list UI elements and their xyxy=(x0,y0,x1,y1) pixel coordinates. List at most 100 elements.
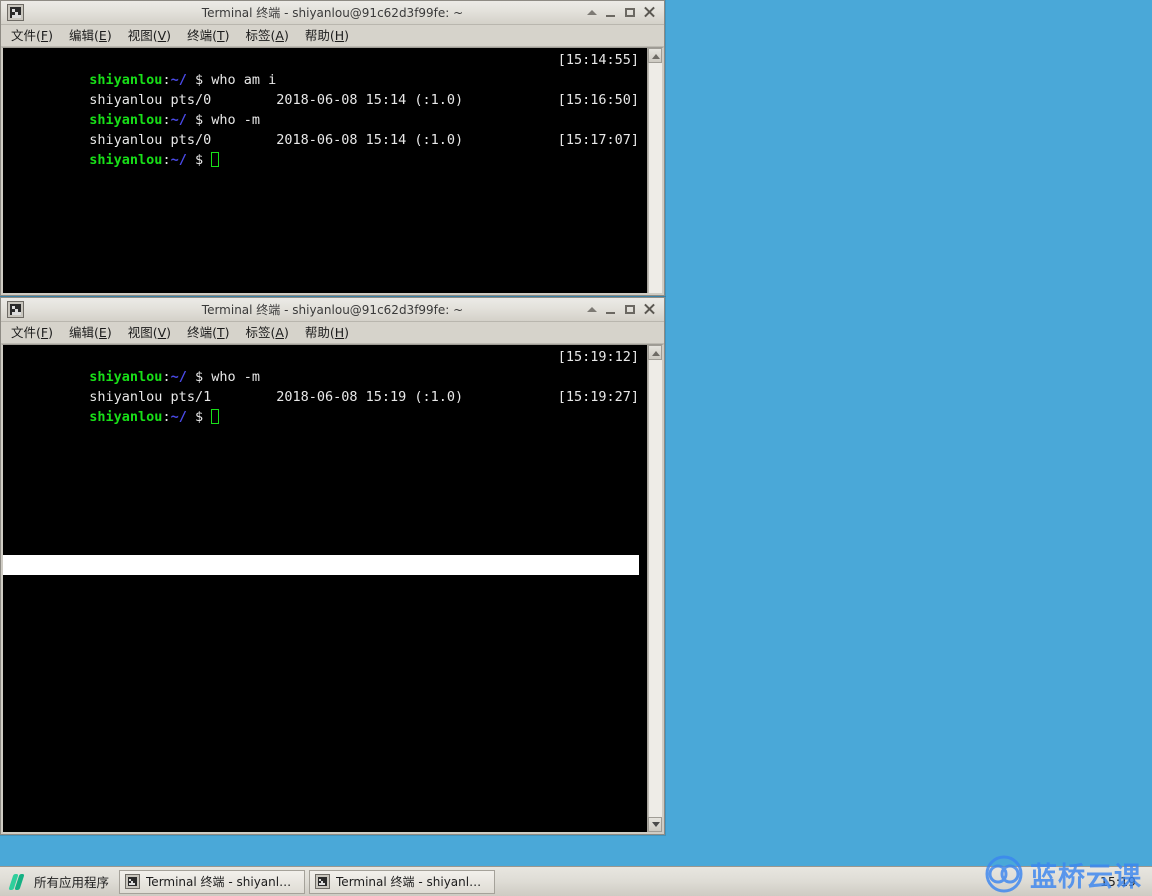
terminal-line: shiyanlou:~/ $ who -m [15:19:12] xyxy=(8,347,643,385)
taskbar[interactable]: 所有应用程序 Terminal 终端 - shiyanlou@… Termina… xyxy=(0,866,1152,896)
line-timestamp: [15:14:55] xyxy=(557,52,639,68)
menu-help-mnemonic: H xyxy=(334,324,345,340)
taskbar-clock: 15:19 xyxy=(1099,874,1136,889)
menu-file-label: 文件 xyxy=(11,27,37,43)
terminal-cursor xyxy=(211,152,220,167)
menu-edit[interactable]: 编辑(E) xyxy=(69,26,112,46)
maximize-button[interactable] xyxy=(624,303,637,316)
menu-view-label: 视图 xyxy=(127,324,153,340)
menu-terminal-label: 终端 xyxy=(187,27,213,43)
all-applications-label: 所有应用程序 xyxy=(34,875,110,890)
terminal-cursor xyxy=(211,409,220,424)
shade-button[interactable] xyxy=(586,303,599,316)
terminal-icon xyxy=(315,874,331,889)
shade-button[interactable] xyxy=(586,6,599,19)
close-button[interactable] xyxy=(643,303,656,316)
menu-edit-mnemonic: E xyxy=(98,27,107,43)
terminal-icon xyxy=(7,301,24,318)
menu-help-mnemonic: H xyxy=(334,27,345,43)
menu-file[interactable]: 文件(F) xyxy=(11,323,53,343)
prompt-path: ~/ xyxy=(170,152,187,168)
prompt-separator: : xyxy=(162,409,171,425)
menu-view[interactable]: 视图(V) xyxy=(128,26,171,46)
scroll-down-icon[interactable] xyxy=(648,817,662,832)
maximize-button[interactable] xyxy=(624,6,637,19)
window-1-title-buttons[interactable] xyxy=(586,6,660,19)
menu-tabs-mnemonic: A xyxy=(275,27,284,43)
terminal-icon xyxy=(125,874,141,889)
window-1-terminal-screen[interactable]: shiyanlou:~/ $ who am i [15:14:55] shiya… xyxy=(3,48,647,293)
window-2-terminal-screen[interactable]: shiyanlou:~/ $ who -m [15:19:12] shiyanl… xyxy=(3,345,647,832)
prompt-dollar: $ xyxy=(186,152,212,168)
prompt-separator: : xyxy=(162,152,171,168)
terminal-line: shiyanlou:~/ $ who am i [15:14:55] xyxy=(8,50,643,88)
menu-terminal-mnemonic: T xyxy=(216,27,225,43)
taskbar-task-2[interactable]: Terminal 终端 - shiyanlou@… xyxy=(309,869,496,894)
prompt-dollar: $ xyxy=(186,409,212,425)
window-1-menubar[interactable]: 文件(F) 编辑(E) 视图(V) 终端(T) 标签(A) 帮助(H) xyxy=(1,25,664,47)
terminal-window-2[interactable]: Terminal 终端 - shiyanlou@91c62d3f99fe: ~ … xyxy=(0,297,665,835)
all-applications-button[interactable]: 所有应用程序 xyxy=(4,869,119,895)
taskbar-task-1[interactable]: Terminal 终端 - shiyanlou@… xyxy=(119,869,306,894)
line-timestamp: [15:17:07] xyxy=(557,132,639,148)
menu-terminal[interactable]: 终端(T) xyxy=(187,323,229,343)
menu-help[interactable]: 帮助(H) xyxy=(305,323,349,343)
lanqiao-logo-icon xyxy=(8,873,27,891)
window-2-scrollbar[interactable] xyxy=(647,345,662,832)
line-timestamp: [15:16:50] xyxy=(557,92,639,108)
menu-help-label: 帮助 xyxy=(304,324,330,340)
menu-view[interactable]: 视图(V) xyxy=(128,323,171,343)
terminal-selection-highlight xyxy=(3,555,639,575)
menu-edit-label: 编辑 xyxy=(69,324,95,340)
window-2-title-buttons[interactable] xyxy=(586,303,660,316)
menu-file-mnemonic: F xyxy=(40,324,49,340)
prompt-path: ~/ xyxy=(170,409,187,425)
menu-view-mnemonic: V xyxy=(157,324,167,340)
menu-file[interactable]: 文件(F) xyxy=(11,26,53,46)
scroll-up-icon[interactable] xyxy=(648,48,662,63)
terminal-window-1[interactable]: Terminal 终端 - shiyanlou@91c62d3f99fe: ~ … xyxy=(0,0,665,296)
terminal-icon xyxy=(7,4,24,21)
menu-file-label: 文件 xyxy=(11,324,37,340)
terminal-line: shiyanlou:~/ $ who -m [15:16:50] xyxy=(8,90,643,128)
line-timestamp: [15:19:12] xyxy=(557,349,639,365)
window-2-title: Terminal 终端 - shiyanlou@91c62d3f99fe: ~ xyxy=(201,302,464,317)
terminal-line: shiyanlou pts/1 2018-06-08 15:19 (:1.0) xyxy=(8,367,643,405)
minimize-button[interactable] xyxy=(605,303,618,316)
menu-view-label: 视图 xyxy=(127,27,153,43)
terminal-line: shiyanlou:~/ $ [15:17:07] xyxy=(8,130,643,168)
window-1-titlebar[interactable]: Terminal 终端 - shiyanlou@91c62d3f99fe: ~ xyxy=(1,1,664,25)
window-2-titlebar[interactable]: Terminal 终端 - shiyanlou@91c62d3f99fe: ~ xyxy=(1,298,664,322)
window-2-menubar[interactable]: 文件(F) 编辑(E) 视图(V) 终端(T) 标签(A) 帮助(H) xyxy=(1,322,664,344)
line-timestamp: [15:19:27] xyxy=(557,389,639,405)
menu-tabs-mnemonic: A xyxy=(275,324,284,340)
menu-edit[interactable]: 编辑(E) xyxy=(69,323,112,343)
prompt-user: shiyanlou xyxy=(89,409,163,425)
menu-view-mnemonic: V xyxy=(157,27,167,43)
menu-tabs[interactable]: 标签(A) xyxy=(246,26,289,46)
minimize-button[interactable] xyxy=(605,6,618,19)
menu-file-mnemonic: F xyxy=(40,27,49,43)
menu-edit-label: 编辑 xyxy=(69,27,95,43)
window-1-terminal-area[interactable]: shiyanlou:~/ $ who am i [15:14:55] shiya… xyxy=(1,47,664,295)
window-1-scrollbar[interactable] xyxy=(647,48,662,293)
window-1-title: Terminal 终端 - shiyanlou@91c62d3f99fe: ~ xyxy=(201,5,464,20)
menu-edit-mnemonic: E xyxy=(98,324,107,340)
menu-terminal-label: 终端 xyxy=(187,324,213,340)
scrollbar-track[interactable] xyxy=(648,360,662,817)
scroll-up-icon[interactable] xyxy=(648,345,662,360)
terminal-line: shiyanlou pts/0 2018-06-08 15:14 (:1.0) xyxy=(8,70,643,108)
menu-help[interactable]: 帮助(H) xyxy=(305,26,349,46)
menu-tabs[interactable]: 标签(A) xyxy=(246,323,289,343)
close-button[interactable] xyxy=(643,6,656,19)
menu-terminal-mnemonic: T xyxy=(216,324,225,340)
menu-terminal[interactable]: 终端(T) xyxy=(187,26,229,46)
prompt-user: shiyanlou xyxy=(89,152,163,168)
menu-tabs-label: 标签 xyxy=(245,27,271,43)
taskbar-task-1-label: Terminal 终端 - shiyanlou@… xyxy=(146,875,296,889)
desktop: Terminal 终端 - shiyanlou@91c62d3f99fe: ~ … xyxy=(0,0,1152,896)
terminal-line: shiyanlou:~/ $ [15:19:27] xyxy=(8,387,643,425)
window-2-terminal-area[interactable]: shiyanlou:~/ $ who -m [15:19:12] shiyanl… xyxy=(1,344,664,834)
terminal-line: shiyanlou pts/0 2018-06-08 15:14 (:1.0) xyxy=(8,110,643,148)
scrollbar-track[interactable] xyxy=(648,63,662,293)
